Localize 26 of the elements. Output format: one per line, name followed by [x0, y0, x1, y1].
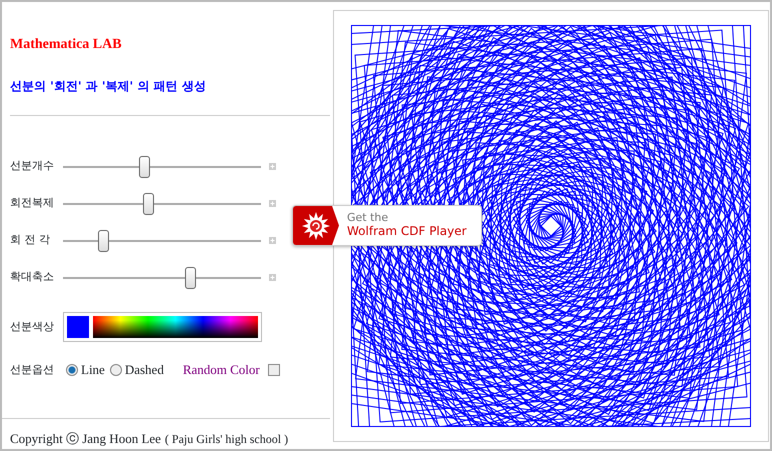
random-color-label: Random Color: [182, 361, 260, 379]
radio-button[interactable]: [66, 364, 78, 376]
slider-thumb[interactable]: [143, 192, 154, 214]
radio-label: Dashed: [124, 361, 164, 379]
app-subtitle: 선분의 '회전' 과 '복제' 의 패턴 생성: [10, 78, 207, 95]
options-label: 선분옵션: [10, 362, 55, 378]
color-picker[interactable]: [63, 312, 262, 342]
slider-label: 선분개수: [10, 158, 55, 174]
radio-label: Line: [81, 361, 105, 379]
slider-thumb[interactable]: [184, 266, 196, 288]
slider-label: 회전복제: [10, 195, 55, 212]
radio-button[interactable]: [110, 364, 122, 376]
slider-thumb[interactable]: [98, 230, 109, 252]
spiky-star-icon: [301, 210, 331, 240]
banner-text: Get the: [347, 212, 390, 224]
slider-thumb[interactable]: [139, 156, 150, 178]
color-spectrum[interactable]: [92, 316, 258, 338]
slider-label: 확대축소: [10, 269, 55, 286]
cdf-player-banner[interactable]: Get the Wolfram CDF Player: [292, 205, 482, 246]
app-title: Mathematica LAB: [10, 36, 123, 54]
copyright-text: Copyright ⓒ Jang Hoon Lee: [10, 430, 161, 448]
banner-title: Wolfram CDF Player: [347, 224, 467, 239]
slider-label: 회 전 각: [10, 232, 51, 248]
color-label: 선분색상: [10, 318, 55, 335]
checkbox[interactable]: [268, 364, 280, 376]
school-text: ( Paju Girls' high school ): [164, 430, 288, 448]
